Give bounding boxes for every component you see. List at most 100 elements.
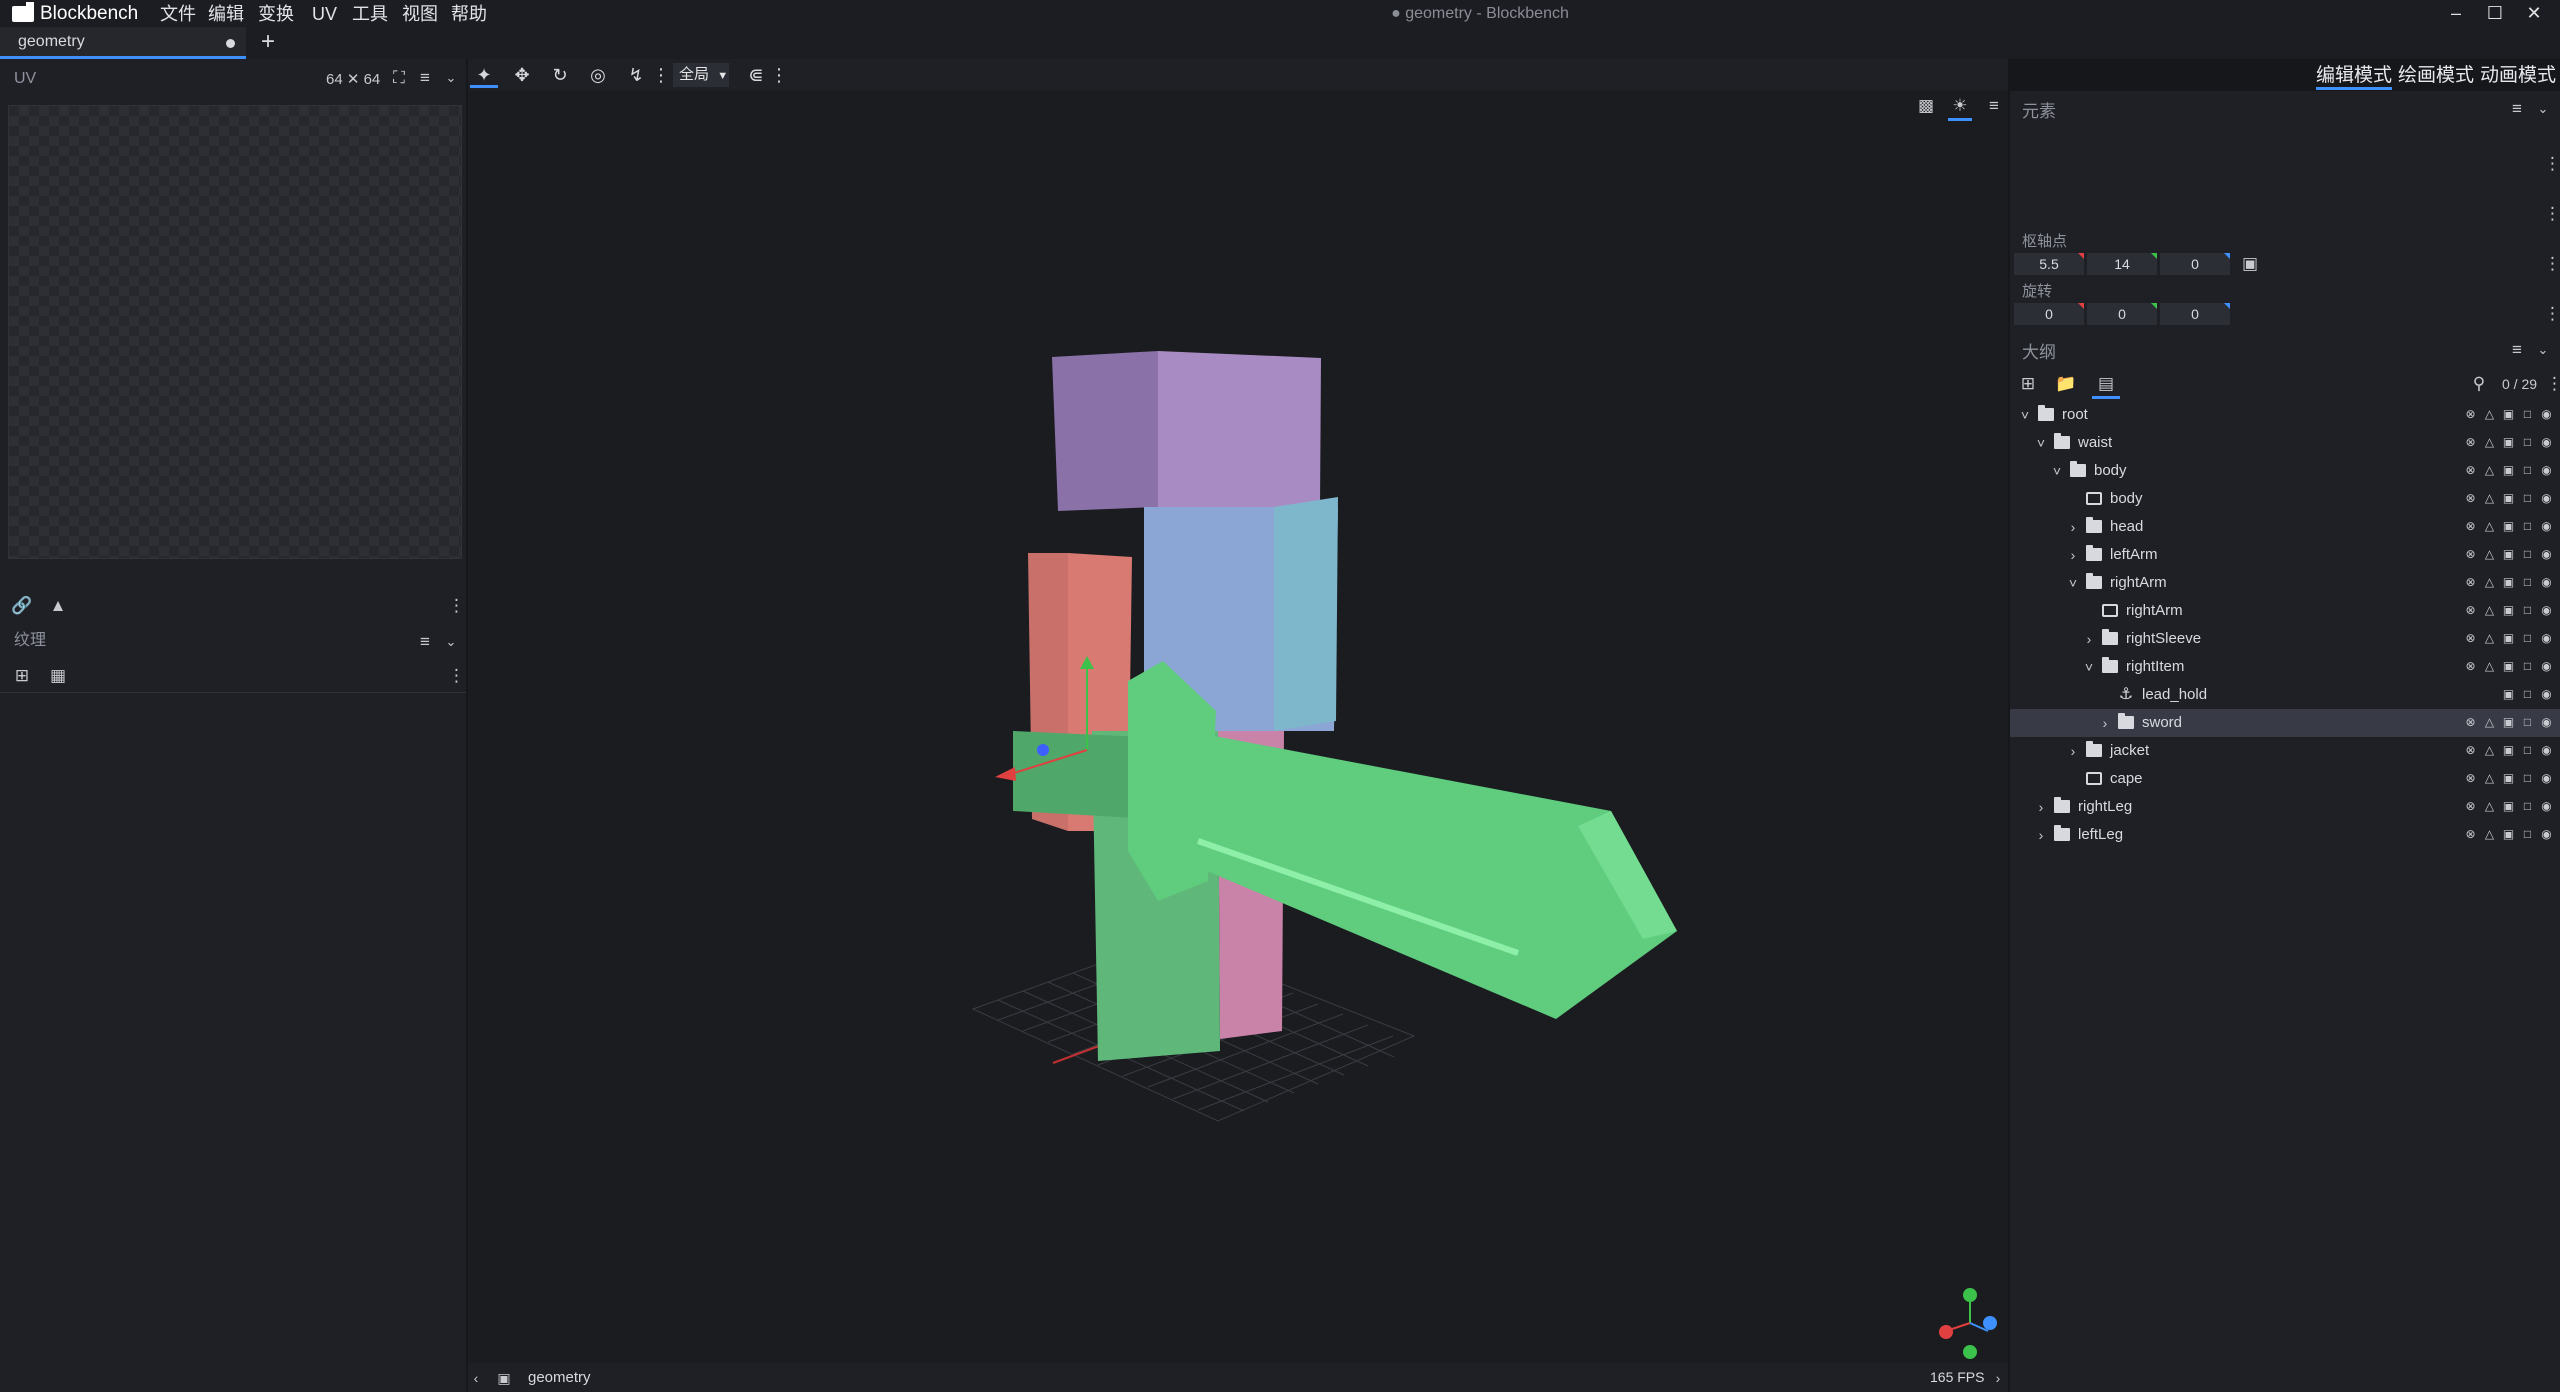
- menu-view[interactable]: 视图: [402, 2, 438, 26]
- export-icon[interactable]: ⊗: [2463, 603, 2478, 618]
- menu-uv[interactable]: UV: [312, 2, 337, 26]
- export-icon[interactable]: ⊗: [2463, 519, 2478, 534]
- more-vertical-icon[interactable]: ⋮: [652, 62, 670, 88]
- render-icon[interactable]: ▣: [2501, 463, 2516, 478]
- more-vertical-icon[interactable]: ⋮: [448, 594, 465, 618]
- outliner-row-body[interactable]: ˅ body ⊗ △ ▣ □ ◉: [2010, 457, 2560, 485]
- render-icon[interactable]: ▣: [2501, 771, 2516, 786]
- uv-editor-canvas[interactable]: [8, 105, 462, 559]
- outliner-row-waist[interactable]: ˅ waist ⊗ △ ▣ □ ◉: [2010, 429, 2560, 457]
- mirror-uv-icon[interactable]: △: [2482, 743, 2497, 758]
- import-texture-icon[interactable]: ⊞: [10, 664, 34, 688]
- menu-lines-icon[interactable]: ≡: [414, 66, 436, 90]
- mode-edit[interactable]: 编辑模式: [2316, 62, 2393, 90]
- visibility-icon[interactable]: ◉: [2539, 491, 2554, 506]
- export-icon[interactable]: ⊗: [2463, 799, 2478, 814]
- link-icon[interactable]: 🔗: [10, 594, 34, 618]
- lock-icon[interactable]: □: [2520, 715, 2535, 730]
- menu-tools[interactable]: 工具: [352, 2, 388, 26]
- visibility-icon[interactable]: ◉: [2539, 519, 2554, 534]
- render-icon[interactable]: ▣: [2501, 519, 2516, 534]
- visibility-icon[interactable]: ◉: [2539, 575, 2554, 590]
- move-pivot-tool-icon[interactable]: ✦: [470, 62, 498, 88]
- more-vertical-icon[interactable]: ⋮: [448, 664, 465, 688]
- chevron-down-icon[interactable]: ⌄: [2532, 97, 2554, 121]
- outliner-row-body[interactable]: body ⊗ △ ▣ □ ◉: [2010, 485, 2560, 513]
- menu-lines-icon[interactable]: ≡: [2506, 97, 2528, 121]
- outliner-row-rightItem[interactable]: ˅ rightItem ⊗ △ ▣ □ ◉: [2010, 653, 2560, 681]
- rotation-z-input[interactable]: 0: [2160, 303, 2230, 325]
- rotation-x-input[interactable]: 0: [2014, 303, 2084, 325]
- search-icon[interactable]: ⚲: [2468, 372, 2490, 396]
- visibility-icon[interactable]: ◉: [2539, 771, 2554, 786]
- export-icon[interactable]: ⊗: [2463, 407, 2478, 422]
- snap-grid-icon[interactable]: ⋐: [742, 62, 770, 88]
- visibility-icon[interactable]: ◉: [2539, 715, 2554, 730]
- chevron-right-icon[interactable]: ›: [1990, 1366, 2006, 1390]
- move-tool-icon[interactable]: ✥: [508, 62, 536, 88]
- pivot-x-input[interactable]: 5.5: [2014, 253, 2084, 275]
- outliner-row-leftLeg[interactable]: › leftLeg ⊗ △ ▣ □ ◉: [2010, 821, 2560, 849]
- chevron-down-icon[interactable]: ˅: [2034, 429, 2048, 457]
- 3d-viewport[interactable]: [468, 91, 2008, 1363]
- lock-icon[interactable]: □: [2520, 827, 2535, 842]
- fullscreen-icon[interactable]: ⛶: [388, 66, 410, 90]
- export-icon[interactable]: ⊗: [2463, 715, 2478, 730]
- chevron-right-icon[interactable]: ›: [2082, 625, 2096, 653]
- chevron-down-icon[interactable]: ⌄: [2532, 338, 2554, 362]
- chevron-down-icon[interactable]: ˅: [2050, 457, 2064, 485]
- mirror-uv-icon[interactable]: △: [2482, 575, 2497, 590]
- transform-space-select[interactable]: 全局 ▼: [673, 63, 729, 87]
- close-icon[interactable]: ✕: [2512, 0, 2556, 27]
- mirror-uv-icon[interactable]: △: [2482, 491, 2497, 506]
- mirror-uv-icon[interactable]: △: [2482, 603, 2497, 618]
- lock-icon[interactable]: □: [2520, 491, 2535, 506]
- export-icon[interactable]: ⊗: [2463, 463, 2478, 478]
- export-icon[interactable]: ⊗: [2463, 659, 2478, 674]
- more-vertical-icon[interactable]: ⋮: [2544, 152, 2560, 176]
- mirror-uv-icon[interactable]: △: [2482, 463, 2497, 478]
- visibility-icon[interactable]: ◉: [2539, 687, 2554, 702]
- render-icon[interactable]: ▣: [2501, 715, 2516, 730]
- lock-icon[interactable]: □: [2520, 743, 2535, 758]
- outliner-row-cape[interactable]: cape ⊗ △ ▣ □ ◉: [2010, 765, 2560, 793]
- outliner-row-rightSleeve[interactable]: › rightSleeve ⊗ △ ▣ □ ◉: [2010, 625, 2560, 653]
- render-icon[interactable]: ▣: [2501, 687, 2516, 702]
- pivot-z-input[interactable]: 0: [2160, 253, 2230, 275]
- render-icon[interactable]: ▣: [2501, 631, 2516, 646]
- export-icon[interactable]: ⊗: [2463, 771, 2478, 786]
- toggle-options-icon[interactable]: ▤: [2092, 372, 2120, 399]
- menu-transform[interactable]: 变换: [258, 2, 294, 26]
- mode-animate[interactable]: 动画模式: [2480, 62, 2556, 90]
- render-icon[interactable]: ▣: [2501, 575, 2516, 590]
- render-icon[interactable]: ▣: [2501, 743, 2516, 758]
- visibility-icon[interactable]: ◉: [2539, 743, 2554, 758]
- more-vertical-icon[interactable]: ⋮: [2546, 372, 2560, 396]
- menu-lines-icon[interactable]: ≡: [414, 630, 436, 654]
- export-icon[interactable]: ⊗: [2463, 575, 2478, 590]
- visibility-icon[interactable]: ◉: [2539, 547, 2554, 562]
- chevron-down-icon[interactable]: ⌄: [440, 66, 462, 90]
- unsaved-dot-icon[interactable]: [226, 39, 235, 48]
- menu-lines-icon[interactable]: ≡: [2506, 338, 2528, 362]
- outliner-row-rightArm[interactable]: ˅ rightArm ⊗ △ ▣ □ ◉: [2010, 569, 2560, 597]
- menu-lines-icon[interactable]: ≡: [1982, 94, 2006, 118]
- pivot-tool-icon[interactable]: ◎: [584, 62, 612, 88]
- outliner-row-rightLeg[interactable]: › rightLeg ⊗ △ ▣ □ ◉: [2010, 793, 2560, 821]
- mirror-uv-icon[interactable]: △: [2482, 435, 2497, 450]
- outliner-row-rightArm[interactable]: rightArm ⊗ △ ▣ □ ◉: [2010, 597, 2560, 625]
- lock-icon[interactable]: □: [2520, 771, 2535, 786]
- outliner-row-root[interactable]: ˅ root ⊗ △ ▣ □ ◉: [2010, 401, 2560, 429]
- tab-geometry[interactable]: geometry: [0, 27, 246, 59]
- add-cube-icon[interactable]: ⊞: [2016, 372, 2040, 396]
- mirror-uv-icon[interactable]: △: [2482, 827, 2497, 842]
- new-tab-icon[interactable]: +: [256, 29, 280, 55]
- chevron-right-icon[interactable]: ›: [2034, 821, 2048, 849]
- lock-icon[interactable]: □: [2520, 407, 2535, 422]
- chevron-right-icon[interactable]: ›: [2066, 541, 2080, 569]
- visibility-icon[interactable]: ◉: [2539, 799, 2554, 814]
- outliner-row-leftArm[interactable]: › leftArm ⊗ △ ▣ □ ◉: [2010, 541, 2560, 569]
- more-vertical-icon[interactable]: ⋮: [770, 62, 788, 88]
- mirror-uv-icon[interactable]: △: [2482, 715, 2497, 730]
- more-vertical-icon[interactable]: ⋮: [2544, 252, 2560, 276]
